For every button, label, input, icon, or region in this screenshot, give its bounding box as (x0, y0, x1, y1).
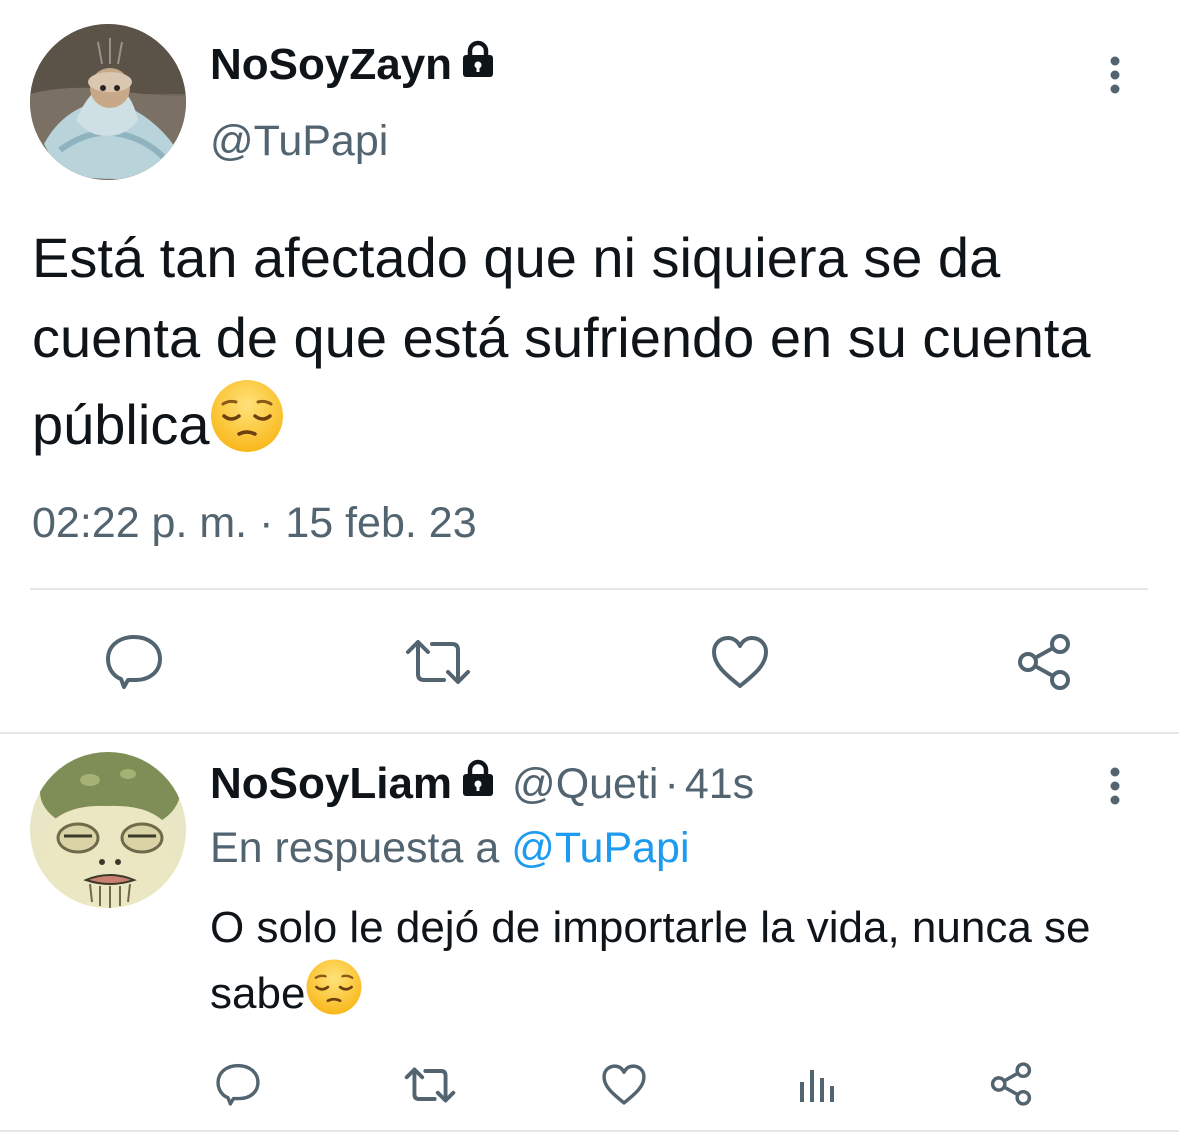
reply-icon[interactable] (215, 1061, 261, 1107)
reply-header: NoSoyLiam @Queti · 41s (210, 756, 754, 812)
avatar[interactable] (30, 752, 186, 908)
pensive-face-emoji (305, 958, 363, 1032)
mention-link[interactable]: @TuPapi (511, 824, 689, 872)
more-options-icon[interactable] (1103, 766, 1127, 811)
reply-author-handle[interactable]: @Queti (512, 756, 658, 812)
tweet-timestamp[interactable]: 02:22 p. m. · 15 feb. 23 (32, 496, 477, 550)
reply-time[interactable]: 41s (685, 756, 754, 812)
retweet-icon[interactable] (402, 636, 474, 688)
author-block: NoSoyZayn @TuPapi (210, 38, 498, 168)
divider (30, 588, 1148, 590)
author-name[interactable]: NoSoyZayn (210, 38, 498, 92)
like-icon[interactable] (710, 634, 770, 690)
like-icon[interactable] (601, 1063, 647, 1106)
lock-icon (458, 38, 498, 92)
pensive-face-emoji (209, 378, 285, 475)
analytics-icon[interactable] (798, 1064, 838, 1104)
share-icon[interactable] (988, 1061, 1034, 1107)
replying-to: En respuesta a @TuPapi (210, 824, 690, 872)
reply-icon[interactable] (104, 631, 164, 691)
retweet-icon[interactable] (402, 1064, 458, 1106)
author-handle[interactable]: @TuPapi (210, 114, 498, 168)
reply-text: O solo le dejó de importarle la vida, nu… (210, 898, 1130, 1032)
tweet-text: Está tan afectado que ni siquiera se da … (32, 218, 1142, 475)
avatar[interactable] (30, 24, 186, 180)
separator: · (664, 760, 679, 808)
reply-author-name[interactable]: NoSoyLiam (210, 756, 498, 812)
lock-icon (458, 756, 498, 812)
divider (0, 732, 1179, 734)
more-options-icon[interactable] (1103, 55, 1127, 100)
share-icon[interactable] (1014, 632, 1074, 692)
divider (0, 1130, 1179, 1132)
